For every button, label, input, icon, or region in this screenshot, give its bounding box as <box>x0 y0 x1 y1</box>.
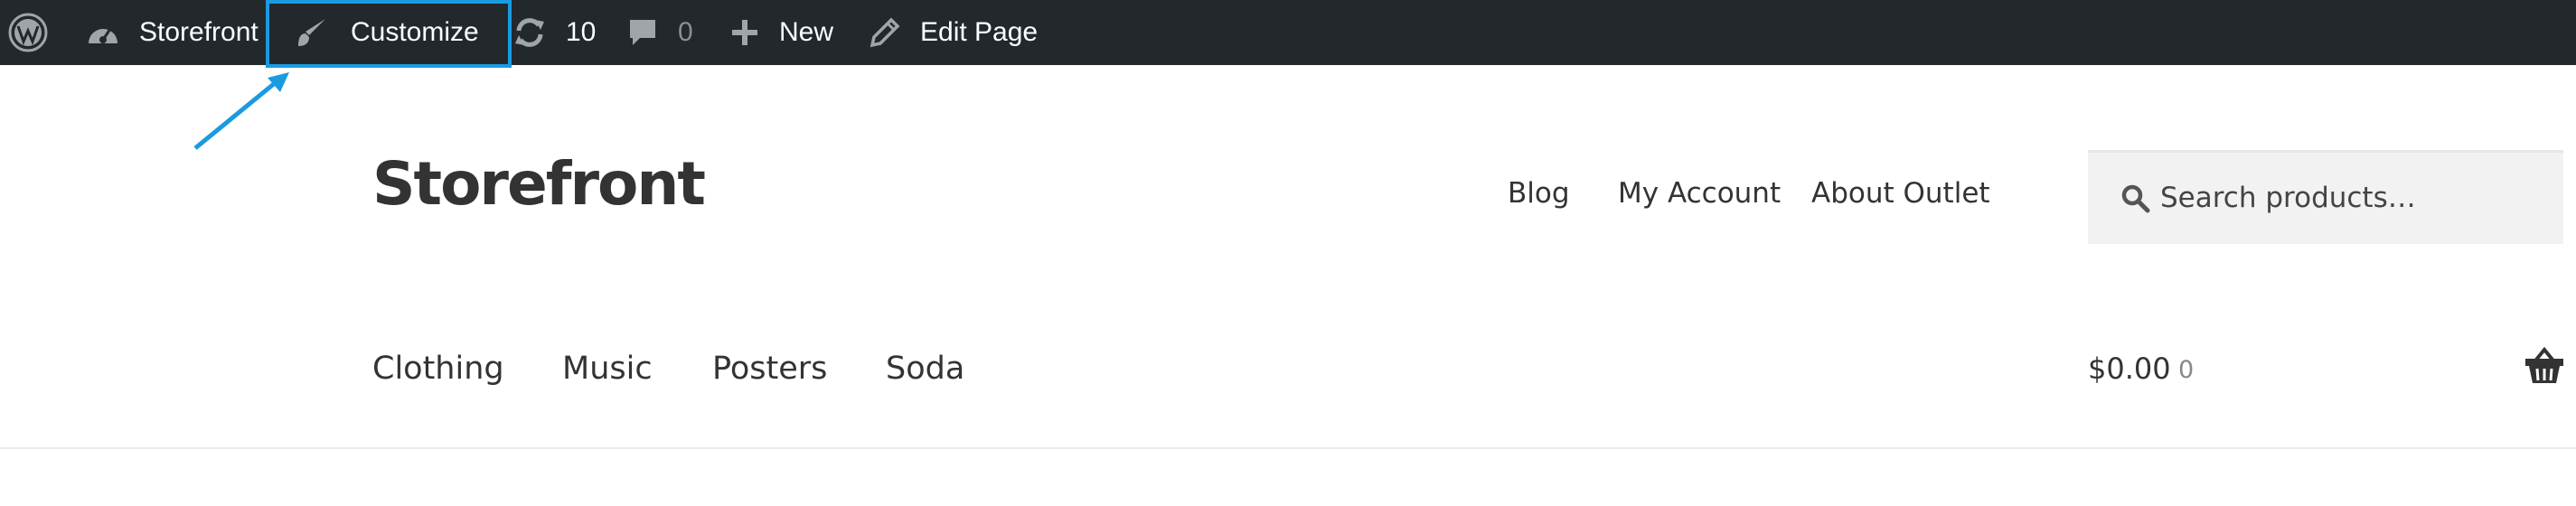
nav-link-about-outlet[interactable]: About Outlet <box>1811 177 1990 210</box>
search-icon <box>2120 183 2151 219</box>
edit-page-menu[interactable]: Edit Page <box>870 0 1038 65</box>
category-soda[interactable]: Soda <box>886 351 964 387</box>
nav-link-blog[interactable]: Blog <box>1508 177 1570 210</box>
annotation-arrow <box>193 72 289 150</box>
updates-count: 10 <box>566 17 597 47</box>
updates-icon <box>512 14 548 51</box>
dashboard-icon <box>85 16 121 49</box>
updates-menu[interactable]: 10 <box>512 0 596 65</box>
nav-link-my-account[interactable]: My Account <box>1618 177 1781 210</box>
category-music[interactable]: Music <box>562 351 653 387</box>
cart-total[interactable]: $0.00 <box>2088 351 2171 386</box>
new-label: New <box>779 17 834 47</box>
search-input[interactable] <box>2160 174 2540 221</box>
new-content-menu[interactable]: New <box>730 0 833 65</box>
header-divider <box>0 447 2576 449</box>
site-title[interactable]: Storefront <box>372 149 706 219</box>
plus-icon <box>730 18 759 47</box>
pencil-icon <box>870 17 900 48</box>
edit-page-label: Edit Page <box>920 17 1039 47</box>
wordpress-icon <box>7 12 49 53</box>
category-clothing[interactable]: Clothing <box>372 351 504 387</box>
cart-count[interactable]: 0 <box>2178 356 2194 384</box>
category-posters[interactable]: Posters <box>712 351 827 387</box>
comment-icon <box>627 17 658 48</box>
basket-icon[interactable] <box>2524 346 2565 389</box>
site-name-label: Storefront <box>139 17 259 47</box>
customize-highlight-box <box>266 0 512 68</box>
site-name-menu[interactable]: Storefront <box>85 0 259 65</box>
comments-count: 0 <box>678 17 693 47</box>
comments-menu[interactable]: 0 <box>627 0 693 65</box>
wp-logo-menu[interactable] <box>7 0 49 65</box>
product-search <box>2088 150 2563 244</box>
